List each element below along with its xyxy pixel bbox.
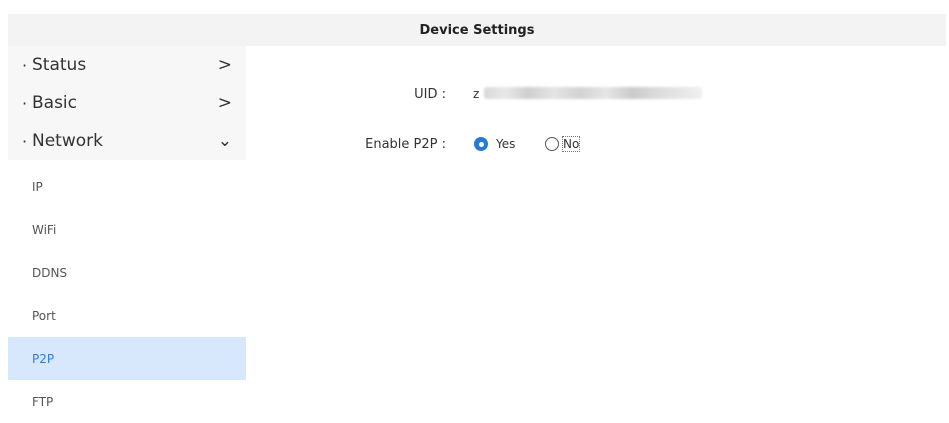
- menu-bullet: ·: [22, 131, 28, 151]
- radio-unchecked-icon[interactable]: [545, 137, 559, 151]
- menu-bullet: ·: [22, 93, 28, 113]
- sidebar-item-wifi[interactable]: WiFi: [8, 208, 246, 251]
- radio-checked-icon[interactable]: [474, 137, 488, 151]
- sidebar-item-ddns[interactable]: DDNS: [8, 251, 246, 294]
- p2p-label: Enable P2P :: [365, 136, 446, 152]
- p2p-yes-label: Yes: [496, 137, 516, 151]
- sidebar-item-p2p[interactable]: P2P: [8, 337, 246, 380]
- uid-label: UID :: [414, 86, 446, 102]
- sidebar-item-label: P2P: [32, 351, 55, 366]
- p2p-yes-option[interactable]: Yes: [474, 137, 515, 151]
- menu-bullet: ·: [22, 55, 28, 75]
- p2p-no-label: No: [561, 136, 581, 152]
- menu-item-status[interactable]: · Status >: [8, 46, 246, 84]
- sidebar-item-ip[interactable]: IP: [8, 165, 246, 208]
- chevron-right-icon: >: [217, 55, 232, 75]
- page-header: Device Settings: [8, 14, 946, 46]
- chevron-down-icon: ⌄: [217, 131, 232, 151]
- page-title: Device Settings: [419, 22, 535, 38]
- sidebar-item-port[interactable]: Port: [8, 294, 246, 337]
- uid-value: z: [473, 87, 480, 101]
- uid-redacted-blur: [484, 87, 702, 99]
- sidebar-item-label: FTP: [32, 394, 54, 409]
- menu-item-label: Network: [32, 131, 103, 151]
- menu-item-label: Basic: [32, 93, 78, 113]
- sidebar-item-label: Port: [32, 308, 56, 323]
- menu-item-network[interactable]: · Network ⌄: [8, 122, 246, 160]
- sidebar: · Status > · Basic > · Network ⌄ IP WiFi…: [8, 46, 246, 409]
- p2p-row: Enable P2P : Yes No: [316, 134, 716, 154]
- p2p-no-option[interactable]: No: [545, 136, 581, 152]
- sidebar-item-label: IP: [32, 179, 43, 194]
- menu-item-label: Status: [32, 55, 87, 75]
- sidebar-item-label: WiFi: [32, 222, 57, 237]
- chevron-right-icon: >: [217, 93, 232, 113]
- menu-item-basic[interactable]: · Basic >: [8, 84, 246, 122]
- sidebar-item-ftp[interactable]: FTP: [8, 380, 246, 423]
- sidebar-item-label: DDNS: [32, 265, 68, 280]
